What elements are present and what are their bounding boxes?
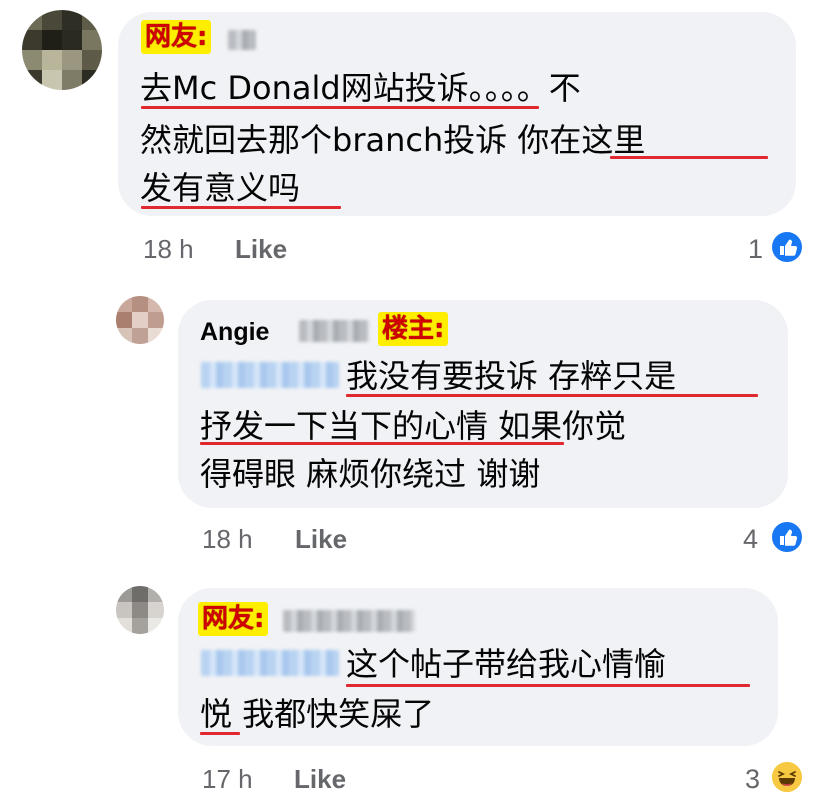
- commenter-avatar-pixelated[interactable]: [22, 10, 102, 90]
- author-avatar-pixelated[interactable]: [116, 296, 164, 344]
- comment-timestamp[interactable]: 17 h: [202, 764, 253, 794]
- blurred-mention[interactable]: [201, 362, 339, 388]
- comment-timestamp[interactable]: 18 h: [202, 524, 253, 554]
- comment-author-name[interactable]: Angie: [200, 316, 269, 348]
- blurred-surname: [299, 320, 369, 342]
- like-button[interactable]: Like: [235, 234, 287, 264]
- like-button[interactable]: Like: [294, 764, 346, 794]
- reaction-count[interactable]: 1: [748, 234, 763, 264]
- blurred-name: [283, 610, 415, 632]
- like-button[interactable]: Like: [295, 524, 347, 554]
- commenter-tag: 网友:: [141, 20, 212, 54]
- reaction-count[interactable]: 3: [745, 764, 760, 794]
- haha-emoji-icon[interactable]: [770, 760, 804, 794]
- reaction-count[interactable]: 4: [743, 524, 758, 554]
- comment-text-line: 去Mc Donald网站投诉。。。。不: [140, 69, 581, 107]
- thumbs-up-icon[interactable]: [770, 520, 804, 554]
- thumbs-up-icon[interactable]: [770, 230, 804, 264]
- comment-text-line: 这个帖子带给我心情愉: [346, 645, 667, 683]
- blurred-name: [228, 30, 256, 50]
- comment-text-line: 发有意义吗: [140, 169, 301, 207]
- comment-text-line: 悦 我都快笑屎了: [200, 695, 435, 733]
- highlight-underline: [346, 684, 750, 687]
- comment-text-line: 我没有要投诉 存粹只是: [346, 357, 677, 395]
- commenter-tag: 网友:: [198, 602, 269, 636]
- blurred-mention[interactable]: [201, 650, 339, 676]
- comment-text-line: 然就回去那个branch投诉 你在这里: [140, 121, 646, 159]
- comment-text-line: 得碍眼 麻烦你绕过 谢谢: [200, 455, 541, 493]
- highlight-underline: [200, 732, 240, 735]
- highlight-underline: [610, 156, 768, 159]
- author-tag: 楼主:: [378, 312, 449, 346]
- highlight-underline: [346, 394, 758, 397]
- highlight-underline: [141, 106, 539, 109]
- comment-timestamp[interactable]: 18 h: [143, 234, 194, 264]
- highlight-underline: [141, 206, 341, 209]
- highlight-underline: [200, 442, 564, 445]
- commenter-avatar-pixelated[interactable]: [116, 586, 164, 634]
